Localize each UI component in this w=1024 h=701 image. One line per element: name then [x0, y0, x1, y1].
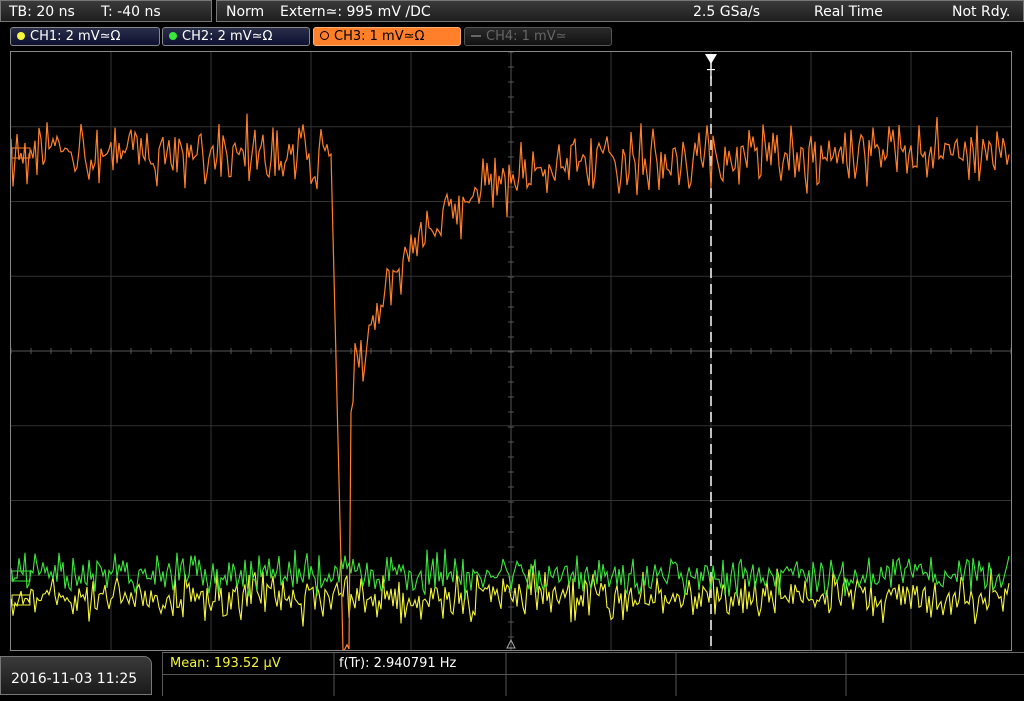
- top-status-bar: TB: 20 ns T: -40 ns Norm Extern≃: 995 mV…: [0, 0, 1024, 24]
- channel-tabs: CH1: 2 mV≃Ω CH2: 2 mV≃Ω CH3: 1 mV≃Ω CH4:…: [0, 25, 1024, 47]
- measurement-frequency: f(Tr): 2.940791 Hz: [339, 656, 457, 671]
- channel-tab-ch2[interactable]: CH2: 2 mV≃Ω: [162, 27, 310, 46]
- channel-tab-ch1[interactable]: CH1: 2 mV≃Ω: [10, 27, 160, 46]
- datetime-label: 2016-11-03 11:25: [11, 671, 138, 687]
- trigger-time-label: T: -40 ns: [101, 4, 161, 20]
- acquisition-state-label: Not Rdy.: [952, 4, 1011, 20]
- channel-tab-ch3[interactable]: CH3: 1 mV≃Ω: [313, 27, 461, 46]
- channel-label: CH3: 1 mV≃Ω: [334, 29, 425, 44]
- trigger-mode-label: Norm: [226, 4, 265, 20]
- channel-off-icon: [471, 35, 481, 37]
- timebase-label: TB: 20 ns: [9, 4, 75, 20]
- channel-dot-icon: [169, 32, 177, 40]
- channel-dot-icon: [17, 32, 25, 40]
- datetime-box: 2016-11-03 11:25: [0, 656, 152, 695]
- waveform-display[interactable]: T: [10, 51, 1012, 651]
- channel-label: CH1: 2 mV≃Ω: [30, 29, 121, 44]
- channel-dot-icon: [320, 31, 329, 40]
- timebase-box[interactable]: TB: 20 ns T: -40 ns: [0, 0, 212, 22]
- channel-tab-ch4[interactable]: CH4: 1 mV≃: [464, 27, 612, 46]
- trigger-source-label: Extern≃: 995 mV ∕DC: [280, 4, 431, 20]
- acquisition-mode-label: Real Time: [814, 4, 883, 20]
- channel-label: CH4: 1 mV≃: [486, 29, 567, 44]
- trigger-marker-label: T: [706, 68, 715, 83]
- channel-offset-markers: [11, 147, 31, 606]
- measurement-panel[interactable]: Mean: 193.52 µV f(Tr): 2.940791 Hz: [162, 652, 1024, 696]
- acquisition-status-box[interactable]: Norm Extern≃: 995 mV ∕DC 2.5 GSa/s Real …: [216, 0, 1024, 22]
- waveform-canvas: T: [11, 52, 1011, 650]
- sample-rate-label: 2.5 GSa/s: [693, 4, 761, 20]
- channel-label: CH2: 2 mV≃Ω: [182, 29, 273, 44]
- measurement-mean: Mean: 193.52 µV: [170, 656, 281, 671]
- measurement-grid: [162, 653, 1024, 696]
- trigger-marker-icon[interactable]: T: [705, 54, 717, 83]
